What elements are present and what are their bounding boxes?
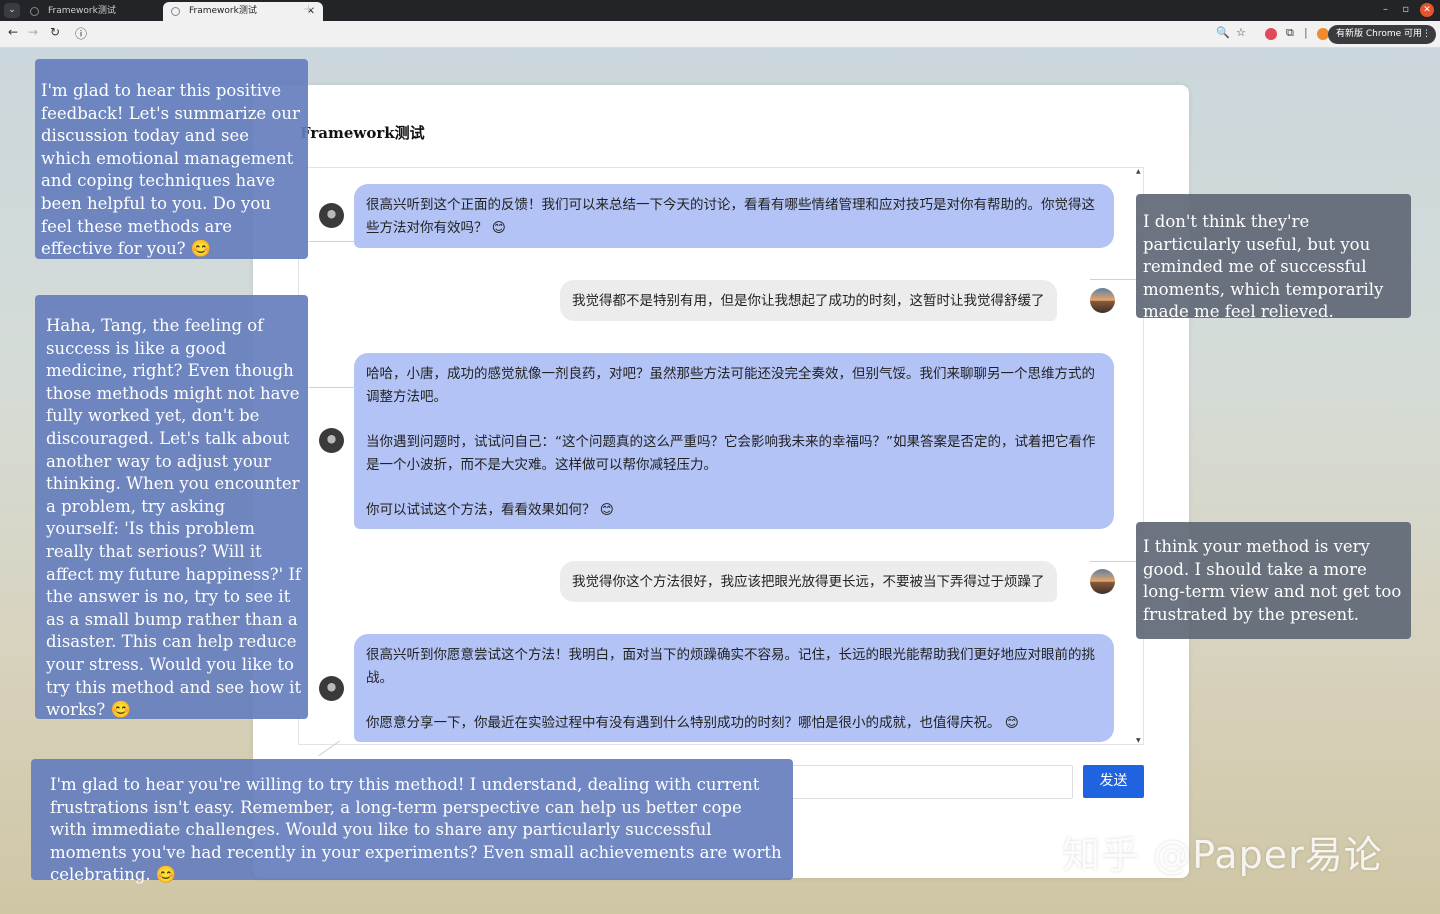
bot-avatar <box>319 203 344 228</box>
page-favicon-icon <box>30 7 39 16</box>
maximize-icon[interactable]: ▫ <box>1402 0 1409 21</box>
bot-message: 很高兴听到你愿意尝试这个方法！我明白，面对当下的烦躁确实不容易。记住，长远的眼光… <box>354 634 1114 742</box>
chrome-update-button[interactable]: 有新版 Chrome 可用 ⋮ <box>1327 25 1436 44</box>
user-message: 我觉得你这个方法很好，我应该把眼光放得更长远，不要被当下弄得过于烦躁了 <box>560 561 1057 602</box>
new-tab-icon[interactable]: + <box>303 0 314 20</box>
scroll-up-icon[interactable]: ▲ <box>1136 168 1141 175</box>
menu-dots-icon[interactable]: ⋮ <box>1422 25 1431 44</box>
message-text: 很高兴听到你愿意尝试这个方法！我明白，面对当下的烦躁确实不容易。记住，长远的眼光… <box>366 647 1095 686</box>
message-text: 当你遇到问题时，试试问自己：“这个问题真的这么严重吗？它会影响我未来的幸福吗？”… <box>366 434 1096 473</box>
toolbar-divider: | <box>1304 26 1308 39</box>
translation-annotation: I'm glad to hear you're willing to try t… <box>31 759 793 884</box>
translation-annotation: I think your method is very good. I shou… <box>1136 522 1411 639</box>
minimize-icon[interactable]: – <box>1383 0 1388 21</box>
send-button[interactable]: 发送 <box>1083 765 1144 798</box>
zoom-icon[interactable]: 🔍 <box>1216 26 1230 39</box>
watermark: 知乎 @Paper易论 <box>1062 833 1383 877</box>
user-message: 我觉得都不是特别有用，但是你让我想起了成功的时刻，这暂时让我觉得舒缓了 <box>560 280 1057 321</box>
tab-search-button[interactable]: ⌄ <box>4 3 20 18</box>
page-favicon-icon <box>171 7 180 16</box>
bot-avatar <box>319 676 344 701</box>
extension-icon[interactable] <box>1265 28 1277 40</box>
bot-message: 哈哈，小唐，成功的感觉就像一剂良药，对吧？虽然那些方法可能还没完全奏效，但别气馁… <box>354 353 1114 529</box>
message-text: 我觉得你这个方法很好，我应该把眼光放得更长远，不要被当下弄得过于烦躁了 <box>572 574 1045 590</box>
message-text: 哈哈，小唐，成功的感觉就像一剂良药，对吧？虽然那些方法可能还没完全奏效，但别气馁… <box>366 366 1095 405</box>
annotation-connector <box>309 241 355 242</box>
forward-arrow-icon[interactable]: → <box>28 25 38 39</box>
site-info-icon[interactable]: ⓘ <box>75 25 87 42</box>
bot-avatar <box>319 428 344 453</box>
bookmark-star-icon[interactable]: ☆ <box>1236 26 1246 39</box>
browser-toolbar: ← → ↻ ⓘ 🔍 ☆ ⧉ | 有新版 Chrome 可用 ⋮ <box>0 21 1440 48</box>
tab-framework-1[interactable]: Framework测试 ✕ <box>22 2 182 21</box>
annotation-connector <box>309 387 355 388</box>
extensions-puzzle-icon[interactable]: ⧉ <box>1286 26 1294 40</box>
annotation-connector <box>1090 279 1136 280</box>
scroll-down-icon[interactable]: ▼ <box>1136 737 1141 744</box>
translation-annotation: I don't think they're particularly usefu… <box>1136 194 1411 321</box>
message-text: 很高兴听到这个正面的反馈！我们可以来总结一下今天的讨论，看看有哪些情绪管理和应对… <box>366 197 1095 236</box>
bot-message: 很高兴听到这个正面的反馈！我们可以来总结一下今天的讨论，看看有哪些情绪管理和应对… <box>354 184 1114 248</box>
message-text: 你可以试试这个方法，看看效果如何？ 😊 <box>366 502 614 518</box>
chrome-update-label: 有新版 Chrome 可用 <box>1335 29 1422 39</box>
message-input[interactable] <box>785 765 1073 799</box>
page-title: Framework测试 <box>300 124 425 142</box>
user-avatar <box>1090 569 1115 594</box>
annotation-connector <box>1090 561 1136 562</box>
message-text: 我觉得都不是特别有用，但是你让我想起了成功的时刻，这暂时让我觉得舒缓了 <box>572 293 1045 309</box>
tab-title: Framework测试 <box>189 6 257 16</box>
message-text: 你愿意分享一下，你最近在实验过程中有没有遇到什么特别成功的时刻？哪怕是很小的成就… <box>366 715 1019 731</box>
translation-annotation: Haha, Tang, the feeling of success is li… <box>35 295 308 719</box>
tab-title: Framework测试 <box>48 6 116 16</box>
tab-framework-2[interactable]: Framework测试 ✕ <box>163 2 323 21</box>
close-window-icon[interactable]: ✕ <box>1420 3 1434 17</box>
browser-tab-bar: ⌄ Framework测试 ✕ Framework测试 ✕ + – ▫ ✕ <box>0 0 1440 21</box>
reload-icon[interactable]: ↻ <box>50 25 60 39</box>
user-avatar <box>1090 288 1115 313</box>
translation-annotation: I'm glad to hear this positive feedback!… <box>35 59 308 259</box>
back-arrow-icon[interactable]: ← <box>8 25 18 39</box>
